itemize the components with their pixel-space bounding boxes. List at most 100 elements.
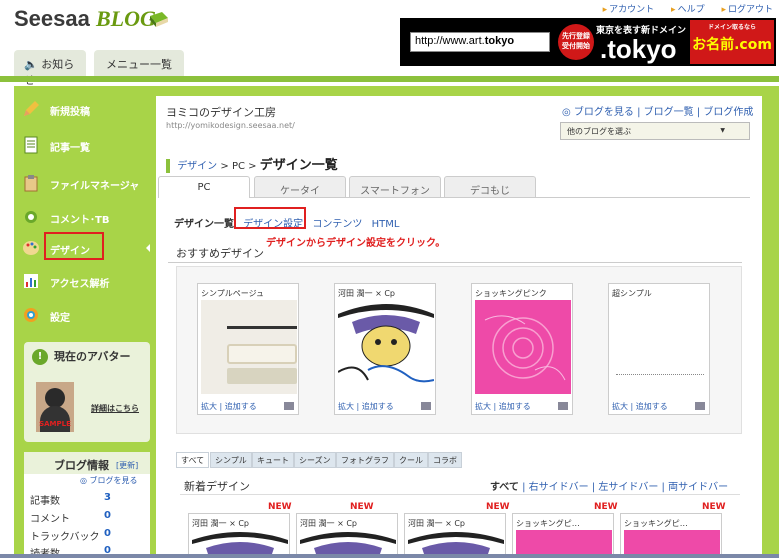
design-card[interactable]: 河田 潤一 × Cp 拡大 | 追加する (334, 283, 436, 415)
instruction-annotation: デザインからデザイン設定をクリック。 (266, 238, 446, 249)
design-thumbnail (201, 300, 297, 394)
add-link[interactable]: 追加する (499, 402, 531, 411)
tab-cool[interactable]: クール (394, 452, 428, 468)
tab-season[interactable]: シーズン (294, 452, 336, 468)
new-design-card[interactable]: 河田 潤一 × Cp (296, 513, 398, 558)
filter-both-sidebar[interactable]: 両サイドバー (668, 482, 728, 493)
pencil-icon (24, 101, 39, 116)
design-card-name: ショッキングピ… (516, 519, 580, 528)
blog-info-update-link[interactable]: [更新] (116, 460, 138, 471)
breadcrumb-marker (166, 159, 170, 173)
header-divider (0, 76, 779, 82)
gear-icon (24, 308, 38, 322)
tab-smartphone[interactable]: スマートフォン (349, 176, 441, 198)
avatar[interactable]: SAMPLE (36, 382, 74, 432)
stat-value[interactable]: 3 (104, 492, 111, 503)
blog-info-view-link[interactable]: ◎ ブログを見る (80, 475, 138, 486)
stat-value[interactable]: 0 (104, 510, 111, 521)
new-design-card[interactable]: 河田 潤一 × Cp (188, 513, 290, 558)
zoom-link[interactable]: 拡大 (201, 402, 217, 411)
contents-link[interactable]: コンテンツ (312, 219, 362, 230)
layout-icon (695, 402, 705, 410)
blog-info-view-label: ブログを見る (89, 476, 138, 485)
settings-highlight-box (234, 207, 306, 229)
tab-pc[interactable]: PC (158, 176, 250, 198)
sidebar-item-label: コメント･TB (50, 215, 110, 226)
bell-icon: 🔈 (24, 58, 38, 71)
new-badge: NEW (702, 502, 726, 512)
zoom-link[interactable]: 拡大 (475, 402, 491, 411)
design-card-name: シンプルページュ (201, 289, 265, 298)
avatar-head (45, 388, 65, 408)
tab-decomoji[interactable]: デコもじ (444, 176, 536, 198)
help-link[interactable]: ヘルプ (671, 5, 705, 15)
add-link[interactable]: 追加する (636, 402, 668, 411)
tab-collab[interactable]: コラボ (428, 452, 462, 468)
filter-right-sidebar[interactable]: 右サイドバー (529, 482, 589, 493)
tab-all[interactable]: すべて (176, 452, 210, 468)
view-icon: ◎ (80, 476, 87, 485)
tab-simple[interactable]: シンプル (210, 452, 252, 468)
recommended-title: おすすめデザイン (176, 247, 264, 260)
stat-label: トラックバック (30, 532, 100, 543)
stat-label: コメント (30, 514, 70, 525)
card-actions: 拡大 | 追加する (475, 402, 531, 411)
design-thumbnail (338, 300, 434, 394)
sidebar-item-file-manager[interactable]: ファイルマネージャ (14, 168, 150, 198)
zoom-link[interactable]: 拡大 (612, 402, 628, 411)
add-link[interactable]: 追加する (362, 402, 394, 411)
sidebar-item-settings[interactable]: 設定 (14, 300, 150, 330)
create-blog-link[interactable]: ブログ作成 (703, 107, 753, 118)
filter-left-sidebar[interactable]: 左サイドバー (598, 482, 658, 493)
zoom-link[interactable]: 拡大 (338, 402, 354, 411)
tab-cute[interactable]: キュート (252, 452, 294, 468)
new-badge: NEW (594, 502, 618, 512)
tab-news[interactable]: 🔈 お知らせ (14, 50, 86, 87)
tab-menu-list[interactable]: メニュー一覧 (94, 50, 184, 76)
html-link[interactable]: HTML (372, 219, 400, 230)
avatar-title: 現在のアバター (54, 350, 131, 363)
sidebar-item-label: 新規投稿 (50, 107, 90, 118)
sidebar-item-label: ファイルマネージャ (50, 181, 140, 192)
blog-url: http://yomikodesign.seesaa.net/ (166, 121, 295, 130)
ad-banner[interactable]: http://www.art.tokyo 先行登録 受付開始 東京を表す新ドメイ… (400, 18, 776, 66)
account-links: アカウント ヘルプ ログアウト (589, 2, 773, 15)
book-icon (150, 12, 168, 27)
avatar-details-link[interactable]: 詳細はこちら (91, 403, 139, 414)
new-design-card[interactable]: ショッキングピ… (512, 513, 614, 558)
tab-menu-label: メニュー一覧 (106, 58, 172, 71)
tab-photograph[interactable]: フォトグラフ (336, 452, 394, 468)
stat-value[interactable]: 0 (104, 528, 111, 539)
design-card-name: 河田 潤一 × Cp (408, 519, 465, 528)
add-link[interactable]: 追加する (225, 402, 257, 411)
sidebar-item-new-post[interactable]: 新規投稿 (14, 94, 150, 124)
sidebar-item-comments[interactable]: コメント･TB (14, 202, 150, 232)
layout-icon (558, 402, 568, 410)
design-card[interactable]: ショッキングピンク 拡大 | 追加する (471, 283, 573, 415)
breadcrumb-pc: PC (231, 161, 245, 172)
card-actions: 拡大 | 追加する (612, 402, 668, 411)
seesaa-blog-logo[interactable]: Seesaa BLOG (14, 6, 156, 32)
clipboard-icon (24, 175, 38, 192)
design-card-name: ショッキングピ… (624, 519, 688, 528)
logo-text: Seesaa (14, 6, 90, 31)
new-design-card[interactable]: ショッキングピ… (620, 513, 722, 558)
design-card[interactable]: シンプルページュ 拡大 | 追加する (197, 283, 299, 415)
new-design-card[interactable]: 河田 潤一 × Cp (404, 513, 506, 558)
sidebar-item-articles[interactable]: 記事一覧 (14, 130, 150, 160)
chevron-down-icon: ▼ (720, 127, 725, 134)
tab-mobile[interactable]: ケータイ (254, 176, 346, 198)
view-blog-link[interactable]: ブログを見る (574, 107, 634, 118)
blog-select[interactable]: 他のブログを選ぶ ▼ (560, 122, 750, 140)
logout-link[interactable]: ログアウト (721, 5, 773, 15)
design-card-name: 河田 潤一 × Cp (338, 289, 395, 298)
new-designs-divider (180, 494, 740, 495)
breadcrumb-design-link[interactable]: デザイン (177, 161, 217, 172)
filter-all[interactable]: すべて (490, 482, 519, 493)
blog-list-link[interactable]: ブログ一覧 (644, 107, 694, 118)
sidebar-item-analytics[interactable]: アクセス解析 (14, 266, 150, 296)
design-card[interactable]: 超シンプル 拡大 | 追加する (608, 283, 710, 415)
account-link[interactable]: アカウント (603, 5, 655, 15)
sub-nav-current: デザイン一覧 (174, 219, 234, 230)
document-icon (24, 136, 38, 154)
